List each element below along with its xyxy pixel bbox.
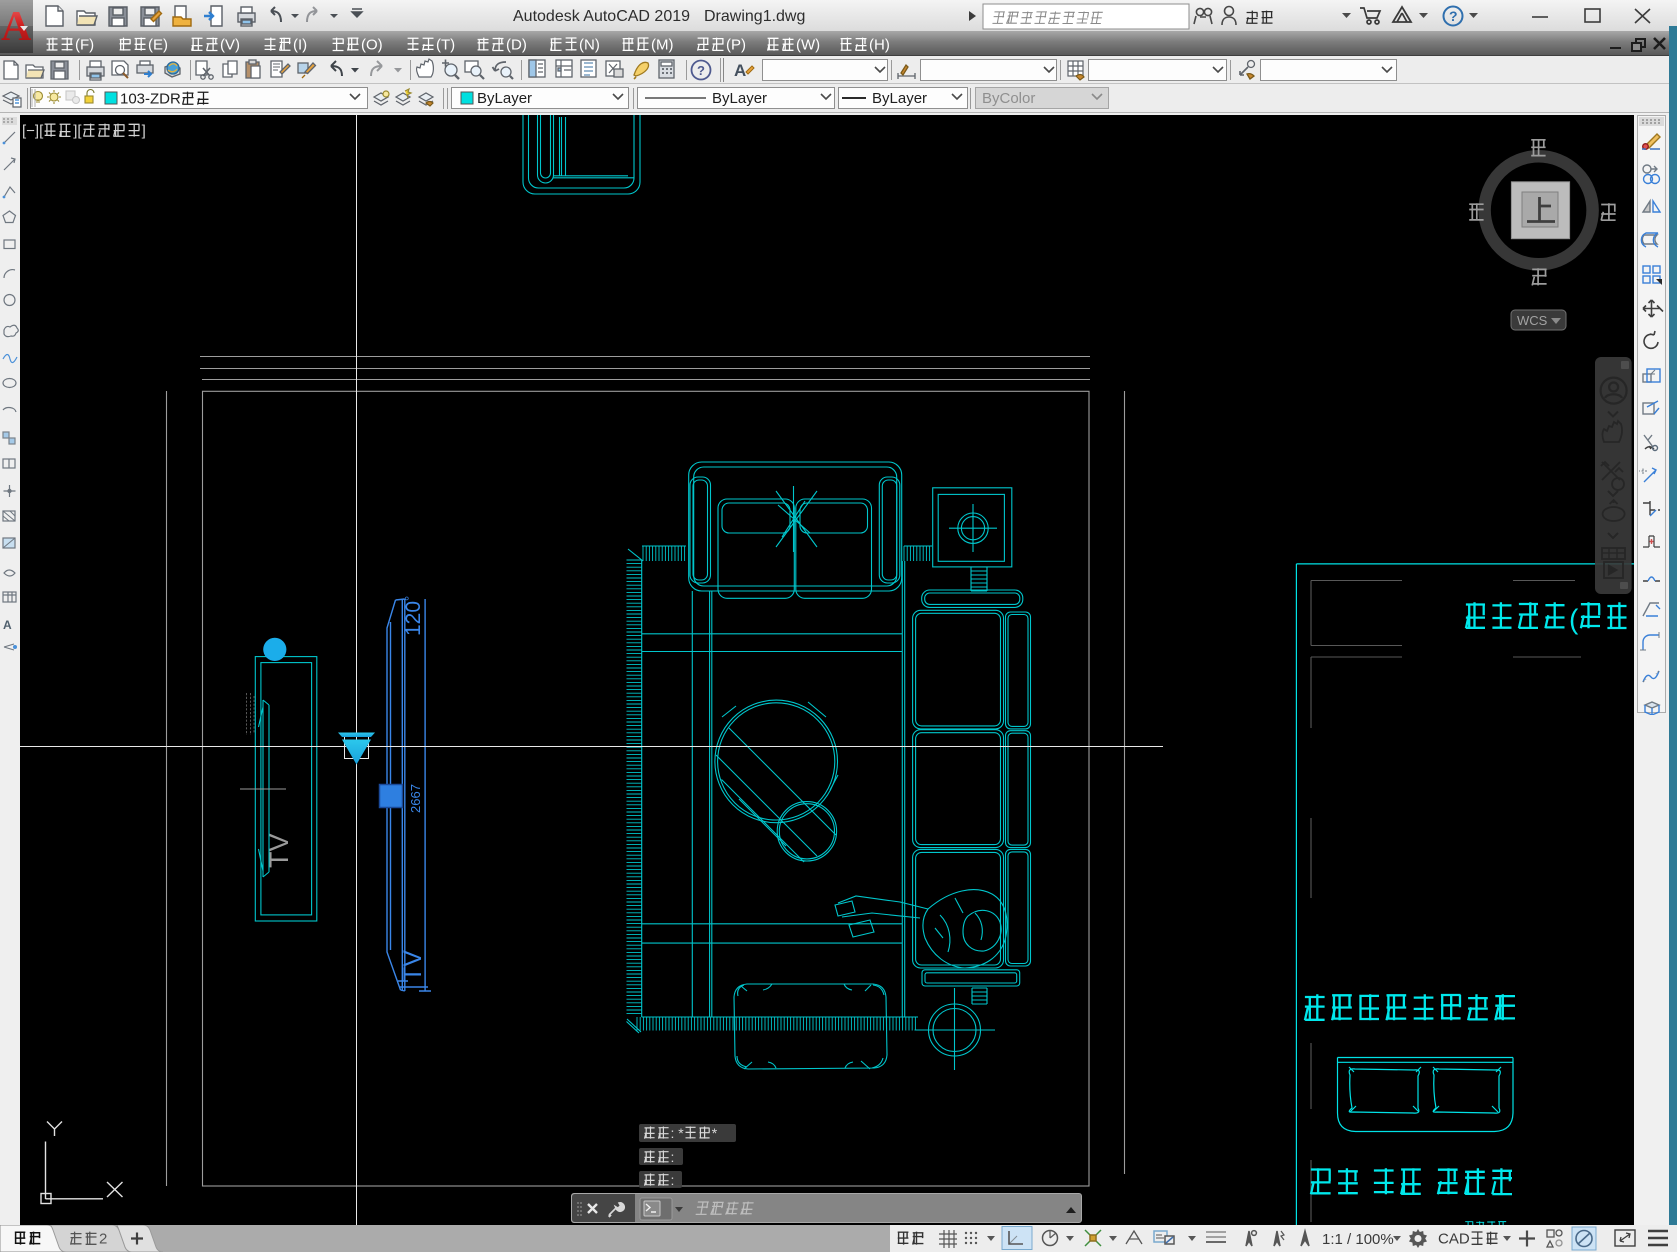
- svg-text:1:1 / 100%: 1:1 / 100%: [1322, 1231, 1394, 1248]
- svg-text:A: A: [3, 618, 12, 632]
- svg-text:?: ?: [1449, 8, 1458, 24]
- svg-text:WCS: WCS: [1517, 313, 1548, 328]
- svg-text:Autodesk AutoCAD 2019: Autodesk AutoCAD 2019: [513, 8, 690, 25]
- svg-text:Drawing1.dwg: Drawing1.dwg: [704, 8, 805, 25]
